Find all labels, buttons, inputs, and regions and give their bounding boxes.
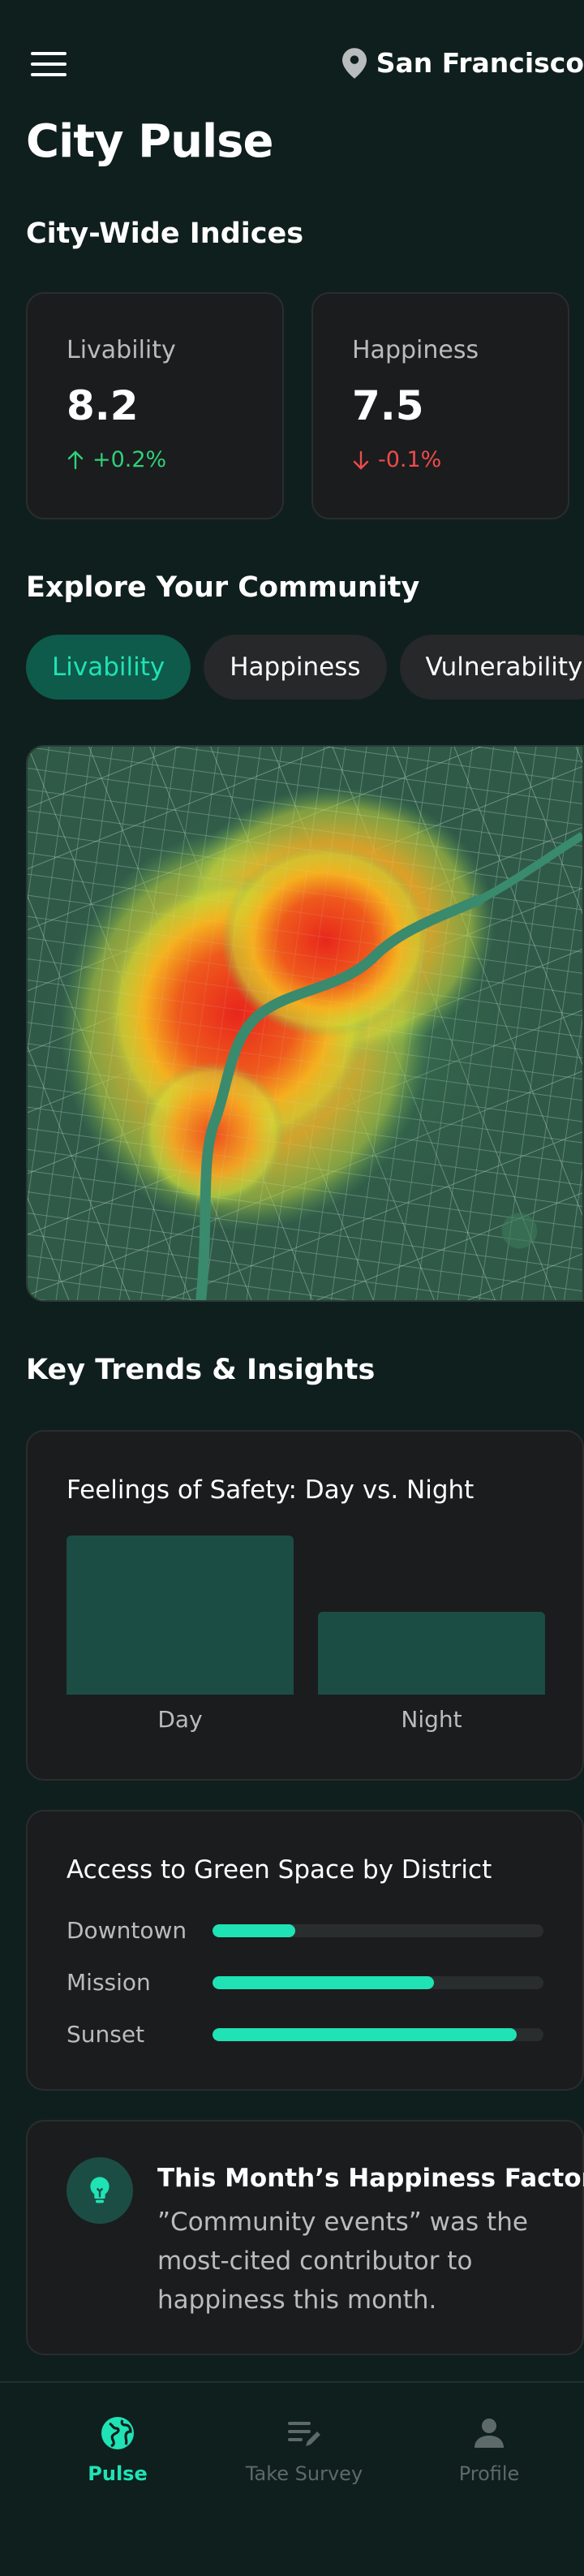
globe-icon (101, 2417, 134, 2449)
district-row-sunset: Sunset (67, 2021, 543, 2048)
progress-fill (213, 1975, 435, 1989)
person-icon (474, 2419, 504, 2448)
district-name: Downtown (67, 1917, 187, 1944)
bar-label-day: Day (157, 1706, 203, 1733)
location-label: San Francisco (376, 47, 584, 79)
nav-label: Take Survey (245, 2462, 363, 2485)
green-space-card: Access to Green Space by District Downto… (26, 1810, 584, 2091)
arrow-down-icon (353, 450, 369, 470)
bar-label-night: Night (401, 1706, 462, 1733)
bottom-nav: Pulse Take Survey Profile (0, 2381, 584, 2576)
progress-track (213, 1923, 543, 1937)
district-name: Mission (67, 1969, 151, 1996)
district-row-mission: Mission (67, 1969, 543, 1996)
index-label: Livability (67, 336, 176, 364)
nav-item-pulse[interactable]: Pulse (45, 2414, 191, 2485)
index-delta-value: -0.1% (378, 447, 442, 472)
index-label: Happiness (352, 336, 479, 364)
index-value: 7.5 (352, 382, 424, 429)
bar-day (67, 1536, 294, 1695)
index-value: 8.2 (67, 382, 139, 429)
chart-title: Feelings of Safety: Day vs. Night (67, 1475, 474, 1505)
top-bar: San Francisco (0, 42, 584, 86)
happiness-factor-card: This Month’s Happiness Factor ”Community… (26, 2120, 584, 2355)
tab-livability[interactable]: Livability (26, 635, 191, 700)
nav-item-take-survey[interactable]: Take Survey (231, 2414, 377, 2485)
index-delta-value: +0.2% (92, 447, 167, 472)
progress-track (213, 1975, 543, 1989)
menu-icon[interactable] (31, 52, 67, 78)
happiness-index-card[interactable]: Happiness 7.5 -0.1% (311, 292, 569, 519)
progress-fill (213, 2027, 517, 2041)
nav-label: Profile (458, 2462, 520, 2485)
bar-night (318, 1612, 545, 1695)
safety-chart-card: Feelings of Safety: Day vs. Night Day Ni… (26, 1430, 584, 1781)
arrow-up-icon (67, 450, 84, 469)
progress-fill (213, 1923, 295, 1937)
green-space-title: Access to Green Space by District (67, 1855, 492, 1885)
factor-title: This Month’s Happiness Factor (157, 2164, 584, 2193)
district-row-downtown: Downtown (67, 1917, 543, 1944)
livability-heat-map[interactable] (26, 745, 584, 1302)
nav-label: Pulse (88, 2462, 148, 2485)
location-selector[interactable]: San Francisco (341, 47, 584, 79)
livability-index-card[interactable]: Livability 8.2 +0.2% (26, 292, 284, 519)
progress-track (213, 2027, 543, 2041)
index-delta: -0.1% (352, 447, 568, 472)
trends-section-title: Key Trends & Insights (26, 1354, 376, 1386)
tab-vulnerability[interactable]: Vulnerability (399, 635, 584, 700)
district-name: Sunset (67, 2021, 145, 2048)
edit-list-icon (288, 2422, 320, 2446)
tab-happiness[interactable]: Happiness (204, 635, 387, 700)
map-layer-tabs: Livability Happiness Vulnerability (26, 635, 584, 700)
index-delta: +0.2% (67, 447, 282, 472)
factor-text: ”Community events” was the most-cited co… (157, 2208, 528, 2315)
location-pin-icon (341, 47, 367, 79)
nav-item-profile[interactable]: Profile (416, 2414, 562, 2485)
page-title: City Pulse (26, 115, 273, 168)
indices-section-title: City-Wide Indices (26, 218, 304, 250)
explore-section-title: Explore Your Community (26, 571, 420, 604)
lightbulb-icon (67, 2157, 133, 2224)
